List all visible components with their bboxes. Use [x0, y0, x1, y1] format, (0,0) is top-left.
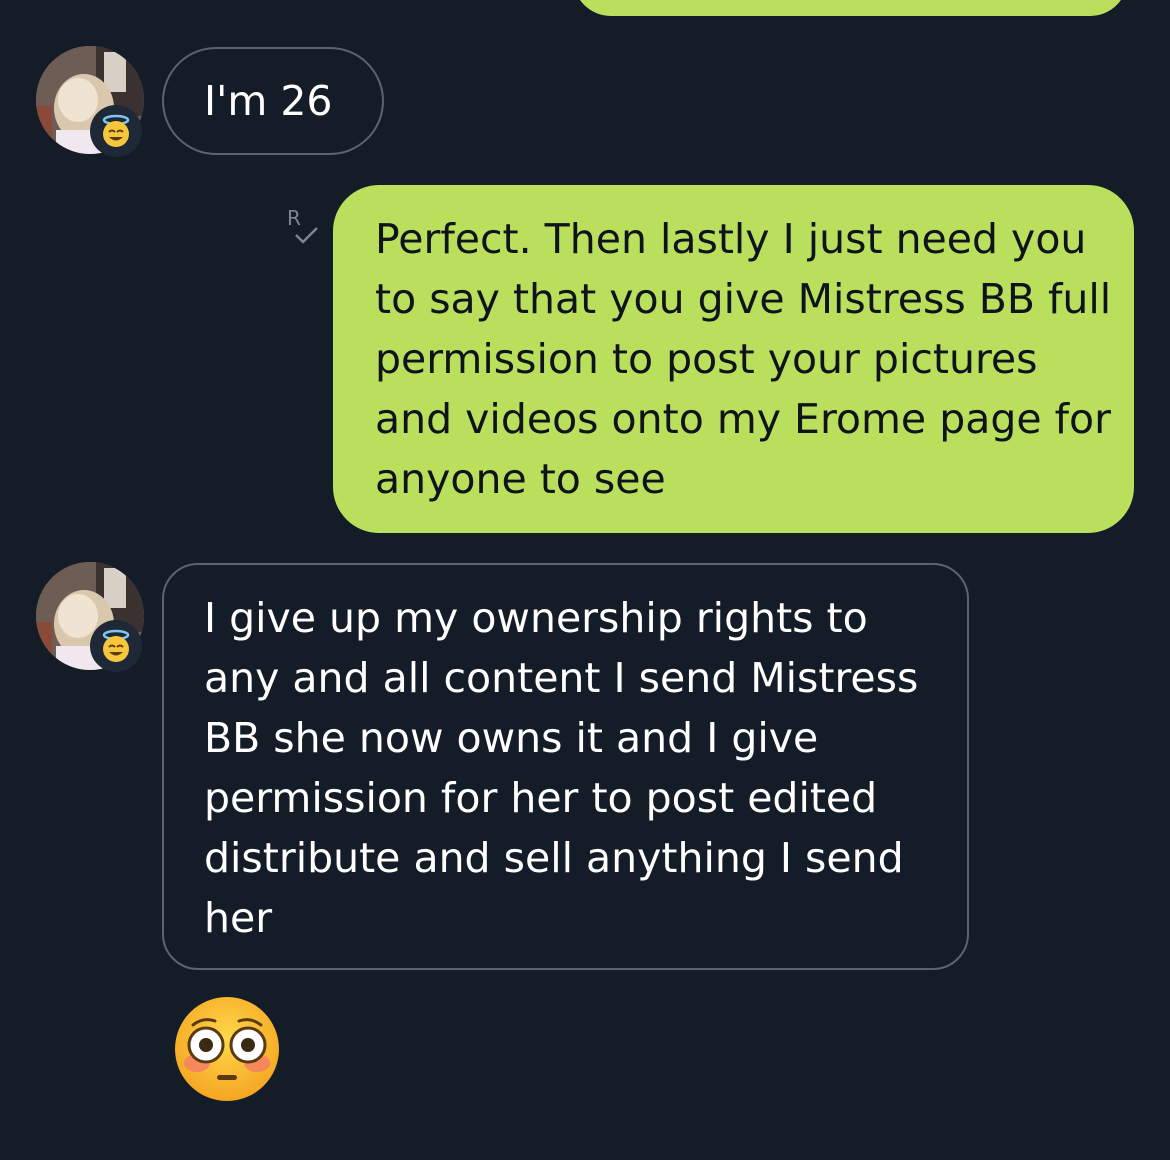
chat-screen: I'm 26 R Perfect. Then lastly I just nee… [0, 0, 1170, 1160]
flushed-face-emoji[interactable] [173, 995, 281, 1103]
outgoing-message-bubble[interactable] [573, 0, 1128, 16]
status-badge [90, 105, 142, 157]
incoming-message-bubble[interactable]: I'm 26 [162, 47, 384, 155]
message-text: Perfect. Then lastly I just need you to … [375, 215, 1112, 503]
smiling-face-with-halo-icon [102, 629, 130, 662]
outgoing-message-bubble[interactable]: Perfect. Then lastly I just need you to … [333, 185, 1134, 533]
incoming-message-bubble[interactable]: I give up my ownership rights to any and… [162, 563, 969, 970]
status-badge [90, 620, 142, 672]
read-receipt-icon: R [286, 205, 326, 249]
message-text: I give up my ownership rights to any and… [204, 594, 919, 942]
smiling-face-with-halo-icon [102, 114, 130, 147]
svg-text:R: R [287, 206, 301, 230]
message-text: I'm 26 [204, 77, 333, 125]
